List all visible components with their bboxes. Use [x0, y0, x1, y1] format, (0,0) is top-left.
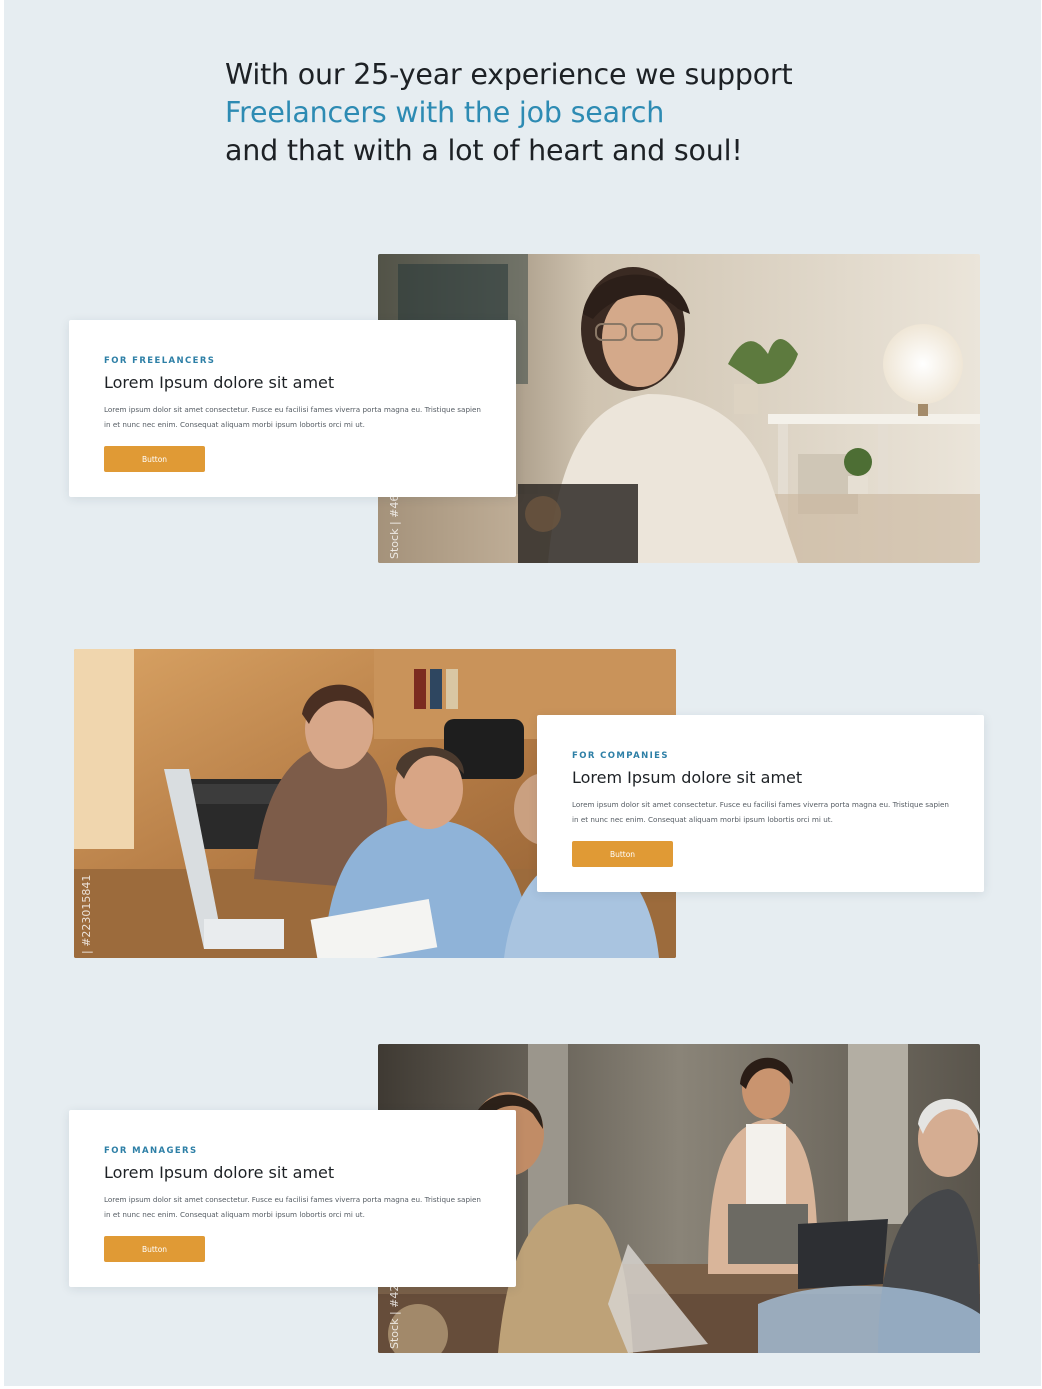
- card-body-text: Lorem ipsum dolor sit amet consectetur. …: [572, 800, 949, 824]
- card-body-text: Lorem ipsum dolor sit amet consectetur. …: [104, 1195, 481, 1219]
- photo-watermark: Stock | #422: [388, 1277, 401, 1349]
- card-managers: FOR MANAGERS Lorem Ipsum dolore sit amet…: [69, 1110, 516, 1287]
- card-body-text: Lorem ipsum dolor sit amet consectetur. …: [104, 405, 481, 429]
- card-eyebrow: FOR FREELANCERS: [104, 356, 216, 366]
- page-background: With our 25-year experience we support F…: [4, 0, 1041, 1386]
- card-title: Lorem Ipsum dolore sit amet: [572, 768, 803, 787]
- managers-button[interactable]: Button: [104, 1236, 205, 1262]
- card-title: Lorem Ipsum dolore sit amet: [104, 373, 335, 392]
- photo-watermark: Stock | #467: [388, 487, 401, 559]
- card-title: Lorem Ipsum dolore sit amet: [104, 1163, 335, 1182]
- page-headline: With our 25-year experience we support F…: [225, 56, 945, 170]
- card-freelancers: FOR FREELANCERS Lorem Ipsum dolore sit a…: [69, 320, 516, 497]
- headline-line-1: With our 25-year experience we support: [225, 58, 793, 91]
- freelancers-button[interactable]: Button: [104, 446, 205, 472]
- card-companies: FOR COMPANIES Lorem Ipsum dolore sit ame…: [537, 715, 984, 892]
- card-eyebrow: FOR COMPANIES: [572, 751, 669, 761]
- companies-button[interactable]: Button: [572, 841, 673, 867]
- photo-watermark: | #223015841: [80, 874, 93, 954]
- headline-line-3: and that with a lot of heart and soul!: [225, 134, 743, 167]
- headline-accent-line: Freelancers with the job search: [225, 96, 665, 129]
- card-eyebrow: FOR MANAGERS: [104, 1146, 198, 1156]
